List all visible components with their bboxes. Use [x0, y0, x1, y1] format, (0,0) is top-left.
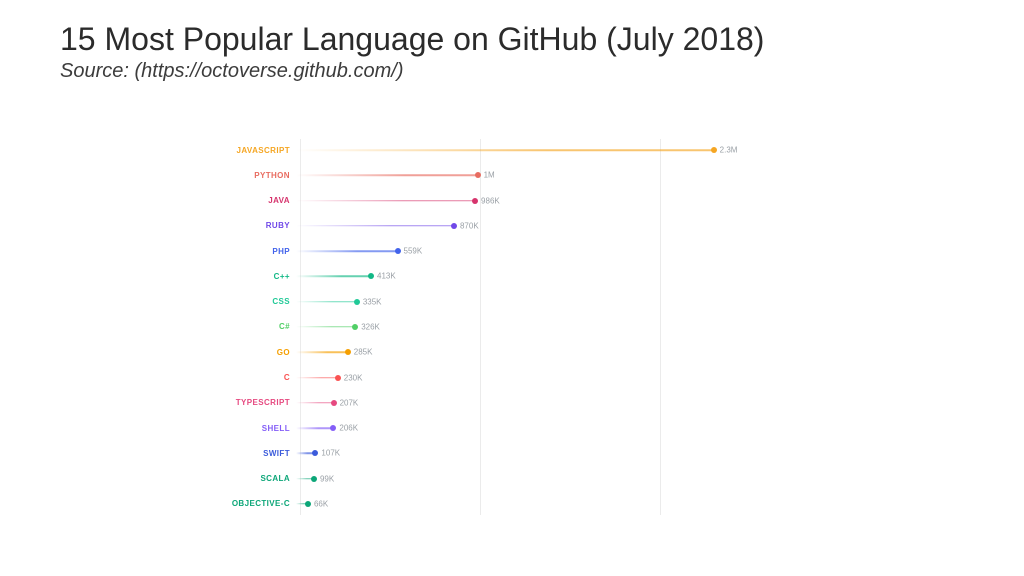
value-label: 107K [315, 449, 340, 458]
category-label: RUBY [210, 221, 296, 230]
chart-row: C 230K [210, 367, 750, 389]
chart-rows: JAVASCRIPT 2.3M PYTHON 1M JAVA 986K RUBY 870K PH… [210, 139, 750, 515]
bar-area: 66K [296, 493, 750, 515]
lollipop-line [296, 149, 714, 151]
value-label: 1M [478, 171, 495, 180]
value-label: 326K [355, 322, 380, 331]
bar-area: 2.3M [296, 139, 750, 161]
chart-row: OBJECTIVE-C 66K [210, 493, 750, 515]
chart-row: JAVASCRIPT 2.3M [210, 139, 750, 161]
chart-row: RUBY 870K [210, 215, 750, 237]
bar-area: 207K [296, 392, 750, 414]
bar-area: 285K [296, 341, 750, 363]
lollipop-line [296, 301, 357, 303]
slide: 15 Most Popular Language on GitHub (July… [0, 0, 1024, 576]
bar-area: 1M [296, 164, 750, 186]
category-label: C++ [210, 272, 296, 281]
lollipop-line [296, 427, 333, 429]
lollipop-line [296, 175, 478, 177]
chart-row: CSS 335K [210, 291, 750, 313]
lollipop-chart: JAVASCRIPT 2.3M PYTHON 1M JAVA 986K RUBY 870K PH… [210, 135, 750, 525]
category-label: SHELL [210, 424, 296, 433]
bar-area: 230K [296, 367, 750, 389]
lollipop-line [296, 250, 398, 252]
page-subtitle: Source: (https://octoverse.github.com/) [60, 60, 964, 83]
chart-row: C++ 413K [210, 265, 750, 287]
category-label: OBJECTIVE-C [210, 499, 296, 508]
value-label: 99K [314, 474, 334, 483]
category-label: JAVASCRIPT [210, 146, 296, 155]
category-label: C [210, 373, 296, 382]
category-label: SWIFT [210, 449, 296, 458]
chart-row: JAVA 986K [210, 190, 750, 212]
value-label: 206K [333, 424, 358, 433]
lollipop-line [296, 225, 454, 227]
chart-row: PHP 559K [210, 240, 750, 262]
lollipop-line [296, 352, 348, 354]
value-label: 559K [398, 247, 423, 256]
value-label: 66K [308, 499, 328, 508]
category-label: PHP [210, 247, 296, 256]
chart-row: SWIFT 107K [210, 442, 750, 464]
bar-area: 559K [296, 240, 750, 262]
chart-row: C# 326K [210, 316, 750, 338]
value-label: 207K [334, 398, 359, 407]
chart-row: PYTHON 1M [210, 164, 750, 186]
chart-container: JAVASCRIPT 2.3M PYTHON 1M JAVA 986K RUBY 870K PH… [210, 135, 750, 525]
lollipop-line [296, 326, 355, 328]
chart-row: GO 285K [210, 341, 750, 363]
bar-area: 206K [296, 417, 750, 439]
category-label: SCALA [210, 474, 296, 483]
bar-area: 986K [296, 190, 750, 212]
value-label: 986K [475, 196, 500, 205]
lollipop-line [296, 276, 371, 278]
chart-row: SCALA 99K [210, 468, 750, 490]
value-label: 285K [348, 348, 373, 357]
chart-row: SHELL 206K [210, 417, 750, 439]
category-label: TYPESCRIPT [210, 398, 296, 407]
category-label: JAVA [210, 196, 296, 205]
value-label: 230K [338, 373, 363, 382]
value-label: 335K [357, 297, 382, 306]
value-label: 2.3M [714, 146, 738, 155]
bar-area: 107K [296, 442, 750, 464]
category-label: C# [210, 322, 296, 331]
value-label: 870K [454, 221, 479, 230]
bar-area: 413K [296, 265, 750, 287]
bar-area: 335K [296, 291, 750, 313]
lollipop-line [296, 377, 338, 379]
bar-area: 326K [296, 316, 750, 338]
bar-area: 870K [296, 215, 750, 237]
category-label: GO [210, 348, 296, 357]
category-label: PYTHON [210, 171, 296, 180]
value-label: 413K [371, 272, 396, 281]
bar-area: 99K [296, 468, 750, 490]
lollipop-line [296, 200, 475, 202]
page-title: 15 Most Popular Language on GitHub (July… [60, 20, 964, 58]
category-label: CSS [210, 297, 296, 306]
chart-row: TYPESCRIPT 207K [210, 392, 750, 414]
lollipop-line [296, 402, 334, 404]
